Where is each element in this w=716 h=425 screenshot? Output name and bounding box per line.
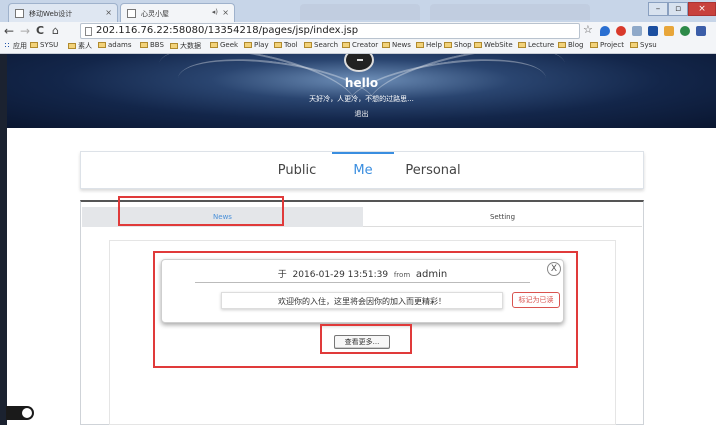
adblock-extension-icon[interactable]: [616, 26, 626, 36]
bookmark-folder[interactable]: Help: [416, 41, 442, 49]
browser-tab-title: 移动Web设计: [29, 10, 73, 18]
folder-icon: [416, 42, 424, 48]
banner-motto: 天好冷，人更冷，不想的过路思...: [309, 95, 414, 103]
logout-link[interactable]: 退出: [355, 110, 369, 118]
folder-icon: [342, 42, 350, 48]
page-icon: [85, 27, 92, 36]
header-banner: hello 天好冷，人更冷，不想的过路思... 退出: [7, 54, 716, 128]
bookmark-folder[interactable]: 素人: [68, 41, 92, 51]
drop-extension-icon[interactable]: [600, 26, 610, 36]
page-icon: [127, 9, 136, 18]
bookmark-folder[interactable]: WebSite: [474, 41, 513, 49]
banner-title: hello: [344, 76, 379, 90]
bookmark-apps[interactable]: 应用: [4, 41, 27, 51]
folder-icon: [170, 43, 178, 49]
bookmark-folder[interactable]: BBS: [140, 41, 164, 49]
blurred-tab: [430, 4, 590, 20]
folder-icon: [210, 42, 218, 48]
toggle-switch[interactable]: [6, 406, 34, 420]
minimize-icon[interactable]: –: [648, 2, 668, 16]
folder-icon: [444, 42, 452, 48]
reload-icon[interactable]: C: [36, 23, 44, 39]
close-icon[interactable]: ×: [222, 8, 229, 17]
bookmark-folder[interactable]: Project: [590, 41, 624, 49]
close-icon[interactable]: ×: [105, 8, 112, 17]
address-bar[interactable]: 202.116.76.22:58080/13354218/pages/jsp/i…: [80, 23, 580, 39]
address-url: 202.116.76.22:58080/13354218/pages/jsp/i…: [96, 25, 359, 36]
bookmark-folder[interactable]: Tool: [274, 41, 298, 49]
browser-toolbar: ← → C ⌂ 202.116.76.22:58080/13354218/pag…: [0, 22, 716, 40]
avatar[interactable]: [344, 54, 374, 72]
bookmark-star-icon[interactable]: ☆: [583, 23, 593, 36]
folder-icon: [30, 42, 38, 48]
speaker-icon[interactable]: ◂): [212, 8, 218, 16]
forward-icon[interactable]: →: [20, 23, 30, 39]
bookmark-folder[interactable]: News: [382, 41, 411, 49]
bookmark-folder[interactable]: Shop: [444, 41, 472, 49]
folder-icon: [630, 42, 638, 48]
browser-tab-2[interactable]: 心灵小屋 ◂) ×: [120, 3, 235, 22]
browser-tab-title: 心灵小屋: [141, 10, 169, 18]
extension-icon[interactable]: [664, 26, 674, 36]
bookmark-folder[interactable]: Creator: [342, 41, 378, 49]
folder-icon: [68, 43, 76, 49]
folder-icon: [382, 42, 390, 48]
blurred-tab: [300, 4, 420, 20]
bookmark-folder[interactable]: Blog: [558, 41, 583, 49]
bookmark-folder[interactable]: adams: [98, 41, 132, 49]
tab-personal[interactable]: Personal: [397, 152, 469, 189]
tab-public[interactable]: Public: [267, 152, 327, 189]
folder-icon: [474, 42, 482, 48]
window-left-edge: [0, 54, 7, 425]
folder-icon: [304, 42, 312, 48]
window-close-icon[interactable]: ×: [688, 2, 716, 16]
folder-icon: [98, 42, 106, 48]
apps-icon: [4, 42, 11, 49]
folder-icon: [274, 42, 282, 48]
folder-icon: [244, 42, 252, 48]
browser-tab-1[interactable]: 移动Web设计 ×: [8, 3, 118, 22]
tab-me[interactable]: Me: [332, 152, 394, 189]
extension-icon[interactable]: [648, 26, 658, 36]
annotation-box-more: [320, 324, 412, 354]
bookmark-folder[interactable]: Lecture: [518, 41, 554, 49]
bookmark-folder[interactable]: Search: [304, 41, 338, 49]
extension-icon[interactable]: [696, 26, 706, 36]
folder-icon: [518, 42, 526, 48]
bookmark-folder[interactable]: Play: [244, 41, 269, 49]
bookmark-folder[interactable]: Sysu: [630, 41, 657, 49]
extension-icon[interactable]: [632, 26, 642, 36]
logout-link-row: 退出: [7, 109, 716, 119]
subtab-setting[interactable]: Setting: [363, 207, 642, 227]
page-icon: [15, 9, 24, 18]
toggle-knob: [22, 408, 32, 418]
avatar-mark: [357, 59, 363, 61]
bookmark-folder[interactable]: 大数据: [170, 41, 201, 51]
bookmark-folder[interactable]: SYSU: [30, 41, 58, 49]
main-tabs: Public Me Personal: [80, 151, 644, 189]
home-icon[interactable]: ⌂: [52, 23, 59, 39]
maximize-icon[interactable]: ▫: [668, 2, 688, 16]
folder-icon: [590, 42, 598, 48]
folder-icon: [558, 42, 566, 48]
annotation-box-news: [118, 196, 284, 226]
bookmark-folder[interactable]: Geek: [210, 41, 238, 49]
browser-tab-strip: 移动Web设计 × 心灵小屋 ◂) × – ▫ ×: [0, 0, 716, 22]
bookmarks-bar: 应用 SYSU 素人 adams BBS 大数据 Geek Play Tool …: [0, 40, 716, 54]
extension-icon[interactable]: [680, 26, 690, 36]
back-icon[interactable]: ←: [4, 23, 14, 39]
folder-icon: [140, 42, 148, 48]
